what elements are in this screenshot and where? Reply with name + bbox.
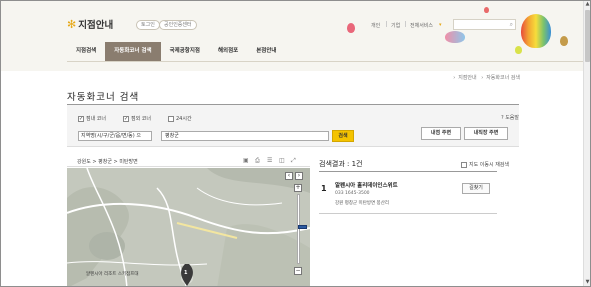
result-number: 1 <box>321 184 327 193</box>
balloon-decoration <box>347 23 355 33</box>
help-link[interactable]: ? 도움말 <box>501 114 519 121</box>
cert-center-button[interactable]: 공인인증센터 <box>159 20 197 30</box>
util-all-services-link[interactable]: 전체서비스 <box>410 22 433 29</box>
nav-airport-branch[interactable]: 국제공항지점 <box>161 42 209 61</box>
result-address: 강원 평창군 미탄방면 봉산리 <box>335 201 389 206</box>
logo-title: 지점안내 <box>78 20 114 31</box>
page-title: 자동화코너 검색 <box>67 92 140 103</box>
util-separator <box>405 21 406 27</box>
balloon-decoration <box>515 46 522 54</box>
map-place-label: 알펜시아 리조트 스키점프대 <box>86 272 139 277</box>
map-toolbar: 강원도 > 평창군 > 미탄방면 ▣ ⎙ ☰ ◫ ⤢ <box>67 156 310 167</box>
map-marker-number[interactable]: 1 <box>184 270 187 276</box>
map-location-path: 강원도 > 평창군 > 미탄방면 <box>77 159 138 165</box>
checkbox-checked-icon: ✓ <box>78 115 84 122</box>
nav-atm-corner-search[interactable]: 자동화코너 검색 <box>105 42 161 61</box>
result-name[interactable]: 알펜시아 홀리데이인스위트 <box>335 181 398 189</box>
util-separator <box>386 21 387 27</box>
outbranch-corner-label: 점외 코너 <box>131 116 151 122</box>
map-terrain <box>67 168 310 286</box>
breadcrumb-arrow-icon: › <box>453 75 456 81</box>
balloon-decoration <box>560 36 568 46</box>
24hour-label: 24시간 <box>176 116 192 122</box>
checkbox-checked-icon: ✓ <box>123 115 129 122</box>
main-nav: 지점검색 자동화코너 검색 국제공항지점 해외점포 본점안내 <box>67 42 285 61</box>
search-query-input[interactable]: 평창군 <box>161 131 329 141</box>
map-move-research-checkbox[interactable]: 지도 이동시 재검색 <box>461 161 509 168</box>
vertical-scrollbar[interactable]: ▲ ▼ <box>583 1 590 286</box>
chevron-down-icon: ▾ <box>439 22 442 28</box>
results-divider <box>319 171 497 172</box>
search-filters: ✓ 점내 코너 ✓ 점외 코너 24시간 ? 도움말 지역명(시/구/군/읍/면… <box>67 105 519 147</box>
inbranch-corner-label: 점내 코너 <box>86 116 106 122</box>
map-save-icon[interactable]: ▣ <box>243 157 249 164</box>
nav-head-office[interactable]: 본점안내 <box>247 42 285 61</box>
nearby-work-button[interactable]: 내직장 주변 <box>464 127 508 140</box>
scroll-up-icon[interactable]: ▲ <box>584 1 590 8</box>
util-personal-link[interactable]: 개인 <box>371 22 380 29</box>
zoom-slider-track[interactable] <box>297 194 307 264</box>
region-select[interactable]: 지역명(시/구/군/읍/면/동) 으 <box>78 131 152 141</box>
pan-left-icon[interactable]: ‹ <box>285 172 293 180</box>
nav-overseas-branch[interactable]: 해외점포 <box>209 42 247 61</box>
breadcrumb-arrow-icon: › <box>481 75 484 81</box>
browser-frame: ✻ 지점안내 토그인 공인인증센터 개인 기업 전체서비스 ▾ ⌕ 지점검색 자… <box>0 0 591 287</box>
result-row-divider <box>319 213 497 214</box>
site-header: ✻ 지점안내 토그인 공인인증센터 개인 기업 전체서비스 ▾ ⌕ 지점검색 자… <box>1 1 585 71</box>
login-button[interactable]: 토그인 <box>136 20 160 30</box>
zoom-out-button[interactable]: − <box>294 267 302 275</box>
balloon-decoration <box>521 14 551 48</box>
print-icon[interactable]: ⎙ <box>255 157 260 165</box>
zoom-in-button[interactable]: + <box>294 184 302 192</box>
scroll-down-icon[interactable]: ▼ <box>584 279 590 286</box>
logo-mark-icon: ✻ <box>67 17 77 31</box>
nearby-home-button[interactable]: 내점 주변 <box>421 127 461 140</box>
search-icon[interactable]: ⌕ <box>510 21 513 29</box>
balloon-decoration <box>484 7 489 13</box>
balloon-decoration <box>445 31 465 43</box>
breadcrumb-home[interactable]: 지점안내 <box>458 75 476 81</box>
search-button[interactable]: 검색 <box>332 130 354 142</box>
inbranch-corner-checkbox[interactable]: ✓ 점내 코너 <box>78 115 106 122</box>
breadcrumb-current: 자동화코너 검색 <box>486 75 520 81</box>
map-view[interactable]: 알펜시아 리조트 스키점프대 1 ‹ › + − <box>67 168 310 286</box>
bookmark-icon[interactable]: ☰ <box>267 157 272 164</box>
nav-branch-search[interactable]: 지점검색 <box>67 42 105 61</box>
fullscreen-icon[interactable]: ⤢ <box>291 157 296 165</box>
checkbox-empty-icon <box>168 115 174 122</box>
24hour-checkbox[interactable]: 24시간 <box>168 115 192 122</box>
result-phone: 033 1645-3500 <box>335 191 370 196</box>
map-move-research-label: 지도 이동시 재검색 <box>469 162 509 168</box>
window-icon[interactable]: ◫ <box>279 157 285 164</box>
outbranch-corner-checkbox[interactable]: ✓ 점외 코너 <box>123 115 151 122</box>
pan-right-icon[interactable]: › <box>295 172 303 180</box>
header-search-input[interactable]: ⌕ <box>453 19 516 30</box>
zoom-slider-handle[interactable] <box>298 225 307 229</box>
results-count-title: 검색결과 : 1건 <box>319 160 363 168</box>
breadcrumb: › 지점안내 › 자동화코너 검색 <box>450 74 520 81</box>
util-business-link[interactable]: 기업 <box>391 22 400 29</box>
scrollbar-thumb[interactable] <box>585 10 590 62</box>
nav-divider <box>67 61 585 62</box>
directions-button[interactable]: 길찾기 <box>462 183 490 194</box>
checkbox-empty-icon <box>461 161 468 168</box>
site-logo[interactable]: ✻ 지점안내 <box>67 17 114 32</box>
